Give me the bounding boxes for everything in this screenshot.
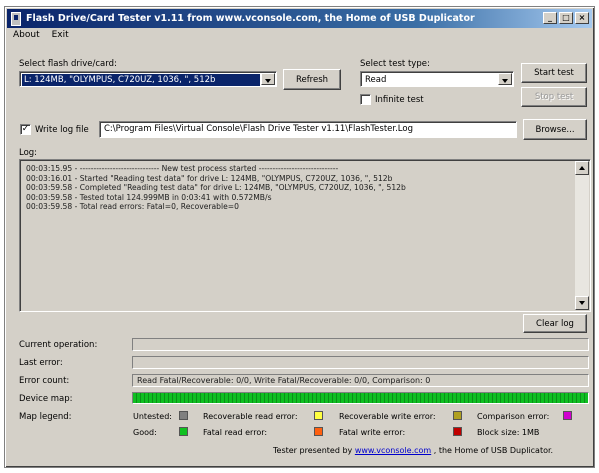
log-label: Log: bbox=[19, 148, 38, 158]
clear-log-button[interactable]: Clear log bbox=[523, 314, 587, 333]
legend-untested-swatch bbox=[179, 411, 188, 420]
legend-recoverable-write-label: Recoverable write error: bbox=[339, 412, 436, 421]
last-error-label: Last error: bbox=[19, 358, 63, 368]
legend-good-label: Good: bbox=[133, 428, 157, 437]
current-operation-value bbox=[132, 338, 589, 351]
log-line: 00:03:15.95 - --------------------------… bbox=[26, 164, 339, 173]
legend-recoverable-write-swatch bbox=[453, 411, 462, 420]
device-map bbox=[132, 392, 589, 404]
test-type-value: Read bbox=[365, 75, 387, 85]
stop-test-button[interactable]: Stop test bbox=[521, 87, 587, 107]
legend-fatal-write-swatch bbox=[453, 427, 462, 436]
drive-select[interactable]: L: 124MB, "OLYMPUS, C720UZ, 1036, ", 512… bbox=[19, 71, 277, 87]
refresh-button[interactable]: Refresh bbox=[283, 69, 341, 90]
chevron-down-icon[interactable] bbox=[261, 73, 275, 85]
app-window: Flash Drive/Card Tester v1.11 from www.v… bbox=[4, 6, 595, 468]
error-count-label: Error count: bbox=[19, 376, 70, 386]
log-line: 00:03:59.58 - Total read errors: Fatal=0… bbox=[26, 202, 239, 211]
block-size-label: Block size: 1MB bbox=[477, 428, 540, 437]
menu-exit[interactable]: Exit bbox=[52, 30, 69, 44]
usb-drive-icon bbox=[11, 11, 21, 26]
legend-fatal-read-swatch bbox=[314, 427, 323, 436]
log-line: 00:03:16.01 - Started "Reading test data… bbox=[26, 173, 393, 183]
footer-text: Tester presented by www.vconsole.com , t… bbox=[273, 446, 553, 455]
footer-suffix: , the Home of USB Duplicator. bbox=[433, 446, 554, 455]
log-scrollbar[interactable] bbox=[575, 161, 589, 310]
log-area[interactable]: 00:03:15.95 - --------------------------… bbox=[19, 159, 591, 312]
test-type-label: Select test type: bbox=[360, 59, 430, 69]
map-legend-label: Map legend: bbox=[19, 412, 72, 422]
legend-untested-label: Untested: bbox=[133, 412, 172, 421]
log-line: 00:03:59.58 - Tested total 124.999MB in … bbox=[26, 192, 272, 202]
drive-select-label: Select flash drive/card: bbox=[19, 59, 117, 69]
legend-comparison-swatch bbox=[563, 411, 572, 420]
legend-good-swatch bbox=[179, 427, 188, 436]
close-button[interactable]: × bbox=[575, 12, 589, 24]
write-log-label: Write log file bbox=[35, 125, 89, 135]
legend-comparison-label: Comparison error: bbox=[477, 412, 550, 421]
infinite-test-checkbox[interactable] bbox=[360, 94, 371, 105]
window-title: Flash Drive/Card Tester v1.11 from www.v… bbox=[26, 13, 475, 24]
drive-select-value: L: 124MB, "OLYMPUS, C720UZ, 1036, ", 512… bbox=[22, 74, 260, 86]
device-map-label: Device map: bbox=[19, 394, 73, 404]
window-controls: _ □ × bbox=[543, 12, 589, 24]
maximize-button[interactable]: □ bbox=[559, 12, 573, 24]
vconsole-link[interactable]: www.vconsole.com bbox=[355, 446, 431, 455]
browse-button[interactable]: Browse... bbox=[523, 119, 587, 140]
legend-fatal-read-label: Fatal read error: bbox=[203, 428, 268, 437]
minimize-button[interactable]: _ bbox=[543, 12, 557, 24]
last-error-value bbox=[132, 356, 589, 369]
log-line: 00:03:59.58 - Completed "Reading test da… bbox=[26, 183, 406, 192]
scroll-up-icon[interactable] bbox=[575, 161, 589, 175]
menu-about[interactable]: About bbox=[13, 30, 40, 44]
log-lines: 00:03:15.95 - --------------------------… bbox=[26, 164, 572, 212]
legend-fatal-write-label: Fatal write error: bbox=[339, 428, 406, 437]
error-count-value: Read Fatal/Recoverable: 0/0, Write Fatal… bbox=[132, 374, 589, 387]
log-file-path-input[interactable]: C:\Program Files\Virtual Console\Flash D… bbox=[99, 121, 517, 138]
infinite-test-label: Infinite test bbox=[375, 95, 424, 105]
current-operation-label: Current operation: bbox=[19, 340, 98, 350]
chevron-down-icon[interactable] bbox=[498, 73, 512, 85]
menu-bar: About Exit bbox=[9, 30, 69, 44]
title-bar[interactable]: Flash Drive/Card Tester v1.11 from www.v… bbox=[7, 9, 592, 28]
test-type-select[interactable]: Read bbox=[360, 71, 514, 87]
start-test-button[interactable]: Start test bbox=[521, 63, 587, 83]
legend-recoverable-read-label: Recoverable read error: bbox=[203, 412, 298, 421]
scroll-down-icon[interactable] bbox=[575, 296, 589, 310]
footer-prefix: Tester presented by bbox=[273, 446, 353, 455]
write-log-checkbox[interactable]: ✓ bbox=[20, 124, 31, 135]
legend-recoverable-read-swatch bbox=[314, 411, 323, 420]
